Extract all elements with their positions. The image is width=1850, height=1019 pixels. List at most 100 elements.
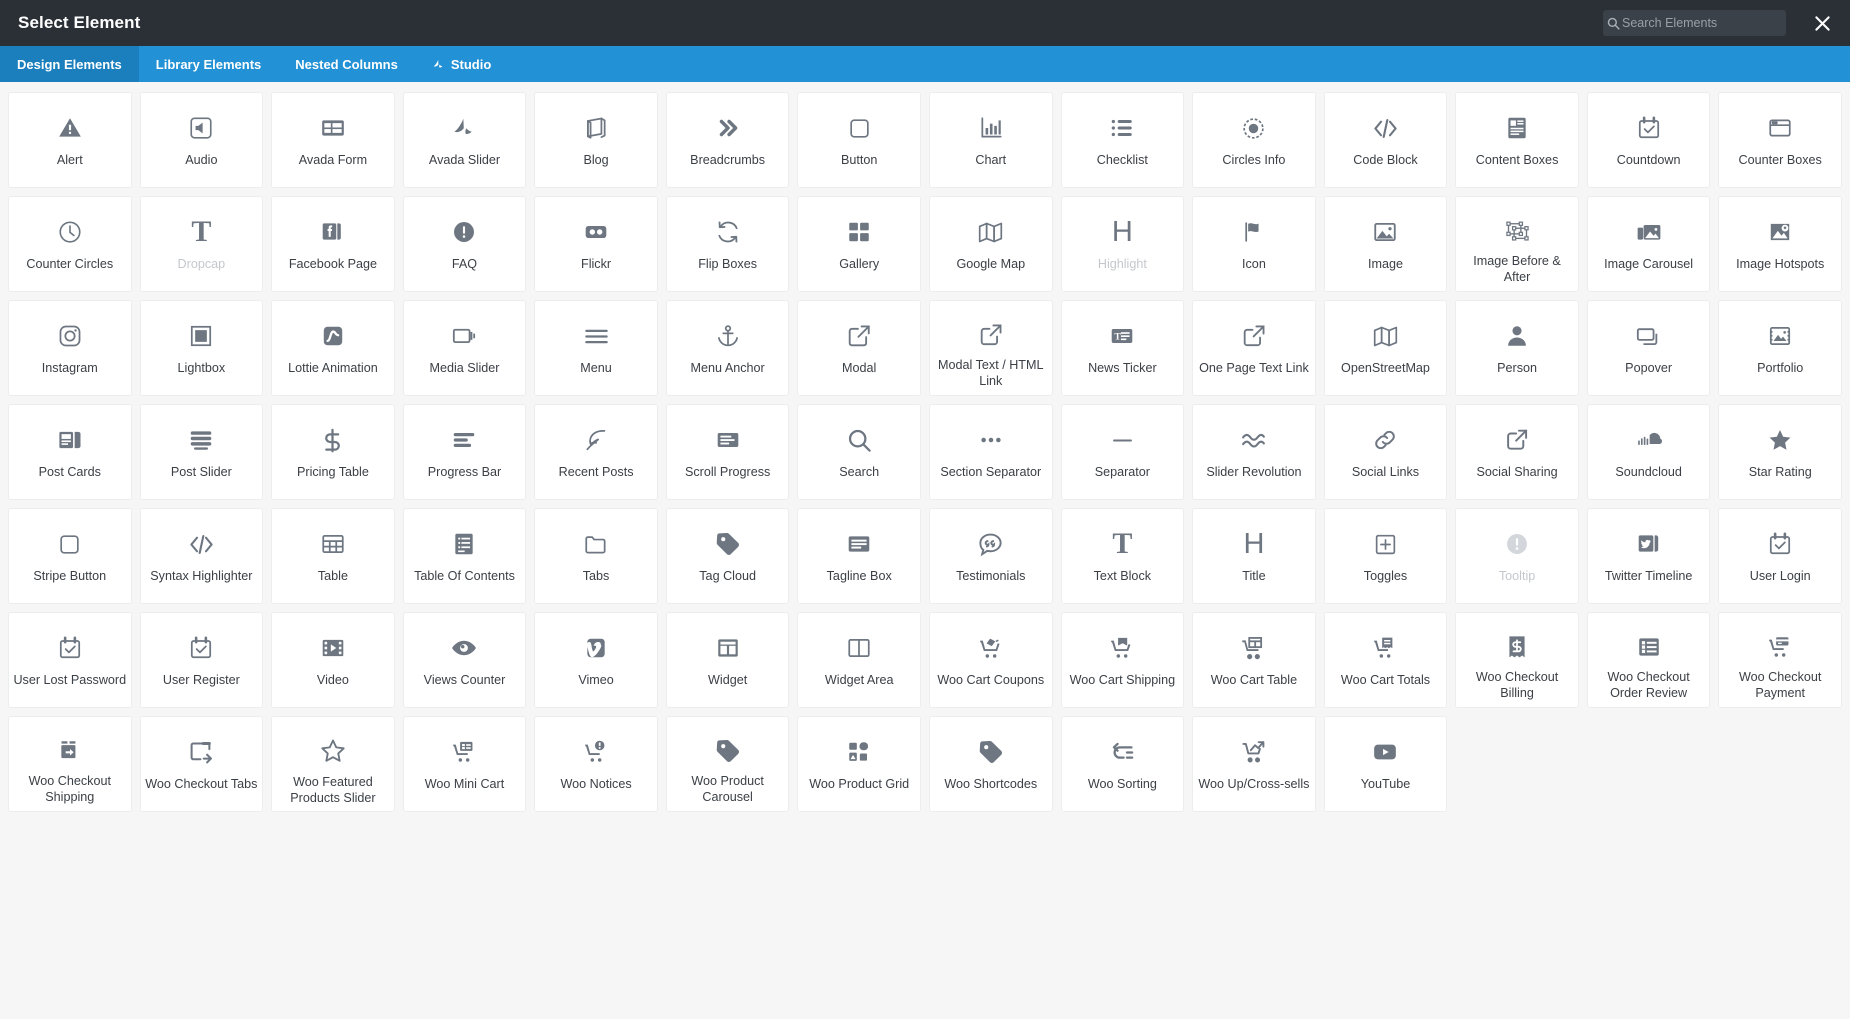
element-card[interactable]: Audio [139,92,264,188]
element-card[interactable]: Google Map [928,196,1053,292]
element-card[interactable]: Woo Checkout Shipping [8,716,132,812]
element-card[interactable]: Counter Boxes [1718,92,1842,188]
tab-nested-columns[interactable]: Nested Columns [278,46,415,82]
element-card[interactable]: Popover [1586,300,1711,396]
element-card[interactable]: Woo Sorting [1060,716,1185,812]
element-card[interactable]: Menu [534,300,658,396]
element-card[interactable]: Menu Anchor [665,300,790,396]
element-card[interactable]: Woo Checkout Tabs [139,716,264,812]
element-card[interactable]: Social Links [1323,404,1448,500]
element-card[interactable]: FAQ [402,196,527,292]
element-card[interactable]: Button [797,92,921,188]
element-card[interactable]: Gallery [797,196,921,292]
element-card[interactable]: H Title [1192,508,1316,604]
element-card[interactable]: Post Slider [139,404,264,500]
element-card[interactable]: Scroll Progress [665,404,790,500]
element-card[interactable]: Instagram [8,300,132,396]
element-card[interactable]: Woo Notices [534,716,658,812]
search-input[interactable] [1620,10,1789,36]
element-card[interactable]: Woo Checkout Payment [1718,612,1842,708]
tab-label: Studio [450,56,492,72]
element-card[interactable]: Flip Boxes [665,196,790,292]
element-card[interactable]: T Text Block [1060,508,1185,604]
element-card[interactable]: Slider Revolution [1192,404,1316,500]
element-card[interactable]: Checklist [1060,92,1185,188]
element-card[interactable]: Recent Posts [534,404,658,500]
tab-design-elements[interactable]: Design Elements [0,46,139,82]
tab-studio[interactable]: Studio [415,46,508,82]
element-card[interactable]: Woo Product Grid [797,716,921,812]
element-card[interactable]: Icon [1192,196,1316,292]
search-box[interactable] [1603,10,1789,36]
element-card[interactable]: Search [797,404,921,500]
element-card[interactable]: Circles Info [1192,92,1316,188]
element-card[interactable]: Facebook Page [271,196,395,292]
element-card[interactable]: Table [271,508,395,604]
element-card[interactable]: Woo Cart Table [1192,612,1316,708]
element-card[interactable]: Separator [1060,404,1185,500]
element-card[interactable]: One Page Text Link [1192,300,1316,396]
element-card[interactable]: Woo Product Carousel [665,716,790,812]
element-card[interactable]: Widget Area [797,612,921,708]
element-card[interactable]: Blog [534,92,658,188]
element-card[interactable]: Twitter Timeline [1586,508,1711,604]
element-card[interactable]: YouTube [1323,716,1448,812]
element-card[interactable]: Chart [928,92,1053,188]
element-card[interactable]: Progress Bar [402,404,527,500]
element-card[interactable]: Modal [797,300,921,396]
element-card[interactable]: Tagline Box [797,508,921,604]
element-card[interactable]: Woo Up/Cross-sells [1192,716,1316,812]
element-card[interactable]: Social Sharing [1455,404,1579,500]
element-card[interactable]: Section Separator [928,404,1053,500]
element-card[interactable]: Avada Form [271,92,395,188]
element-card[interactable]: Soundcloud [1586,404,1711,500]
element-card[interactable]: Video [271,612,395,708]
element-card[interactable]: Woo Checkout Billing [1455,612,1579,708]
element-card[interactable]: Woo Cart Shipping [1060,612,1185,708]
element-card[interactable]: Breadcrumbs [665,92,790,188]
element-card[interactable]: Woo Shortcodes [928,716,1053,812]
element-card[interactable]: Woo Featured Products Slider [271,716,395,812]
element-card[interactable]: User Login [1718,508,1842,604]
element-card[interactable]: Countdown [1586,92,1711,188]
element-card[interactable]: OpenStreetMap [1323,300,1448,396]
tab-library-elements[interactable]: Library Elements [139,46,279,82]
element-card[interactable]: Lottie Animation [271,300,395,396]
element-card[interactable]: Image [1323,196,1448,292]
element-card[interactable]: Star Rating [1718,404,1842,500]
element-card[interactable]: Alert [8,92,132,188]
element-card[interactable]: Woo Checkout Order Review [1586,612,1711,708]
element-card[interactable]: Image Before & After [1455,196,1579,292]
element-card[interactable]: Content Boxes [1455,92,1579,188]
element-card[interactable]: Views Counter [402,612,527,708]
element-card[interactable]: Woo Mini Cart [402,716,527,812]
element-card[interactable]: T News Ticker [1060,300,1185,396]
element-card[interactable]: Person [1455,300,1579,396]
element-card[interactable]: User Lost Password [8,612,132,708]
element-card[interactable]: Stripe Button [8,508,132,604]
element-card[interactable]: Counter Circles [8,196,132,292]
element-card[interactable]: Post Cards [8,404,132,500]
element-card[interactable]: Code Block [1323,92,1448,188]
element-card[interactable]: Syntax Highlighter [139,508,264,604]
element-card[interactable]: Testimonials [928,508,1053,604]
element-card[interactable]: Portfolio [1718,300,1842,396]
element-card[interactable]: Modal Text / HTML Link [928,300,1053,396]
element-card[interactable]: Flickr [534,196,658,292]
element-card[interactable]: Media Slider [402,300,527,396]
close-icon[interactable] [1808,9,1836,37]
element-card[interactable]: Tag Cloud [665,508,790,604]
element-card[interactable]: Woo Cart Totals [1323,612,1448,708]
element-card[interactable]: Woo Cart Coupons [928,612,1053,708]
element-card[interactable]: Avada Slider [402,92,527,188]
element-card[interactable]: Pricing Table [271,404,395,500]
element-card[interactable]: Toggles [1323,508,1448,604]
element-card[interactable]: Table Of Contents [402,508,527,604]
element-card[interactable]: Lightbox [139,300,264,396]
element-card[interactable]: Widget [665,612,790,708]
element-card[interactable]: Tabs [534,508,658,604]
element-card[interactable]: Image Carousel [1586,196,1711,292]
element-card[interactable]: Image Hotspots [1718,196,1842,292]
element-card[interactable]: User Register [139,612,264,708]
element-card[interactable]: Vimeo [534,612,658,708]
